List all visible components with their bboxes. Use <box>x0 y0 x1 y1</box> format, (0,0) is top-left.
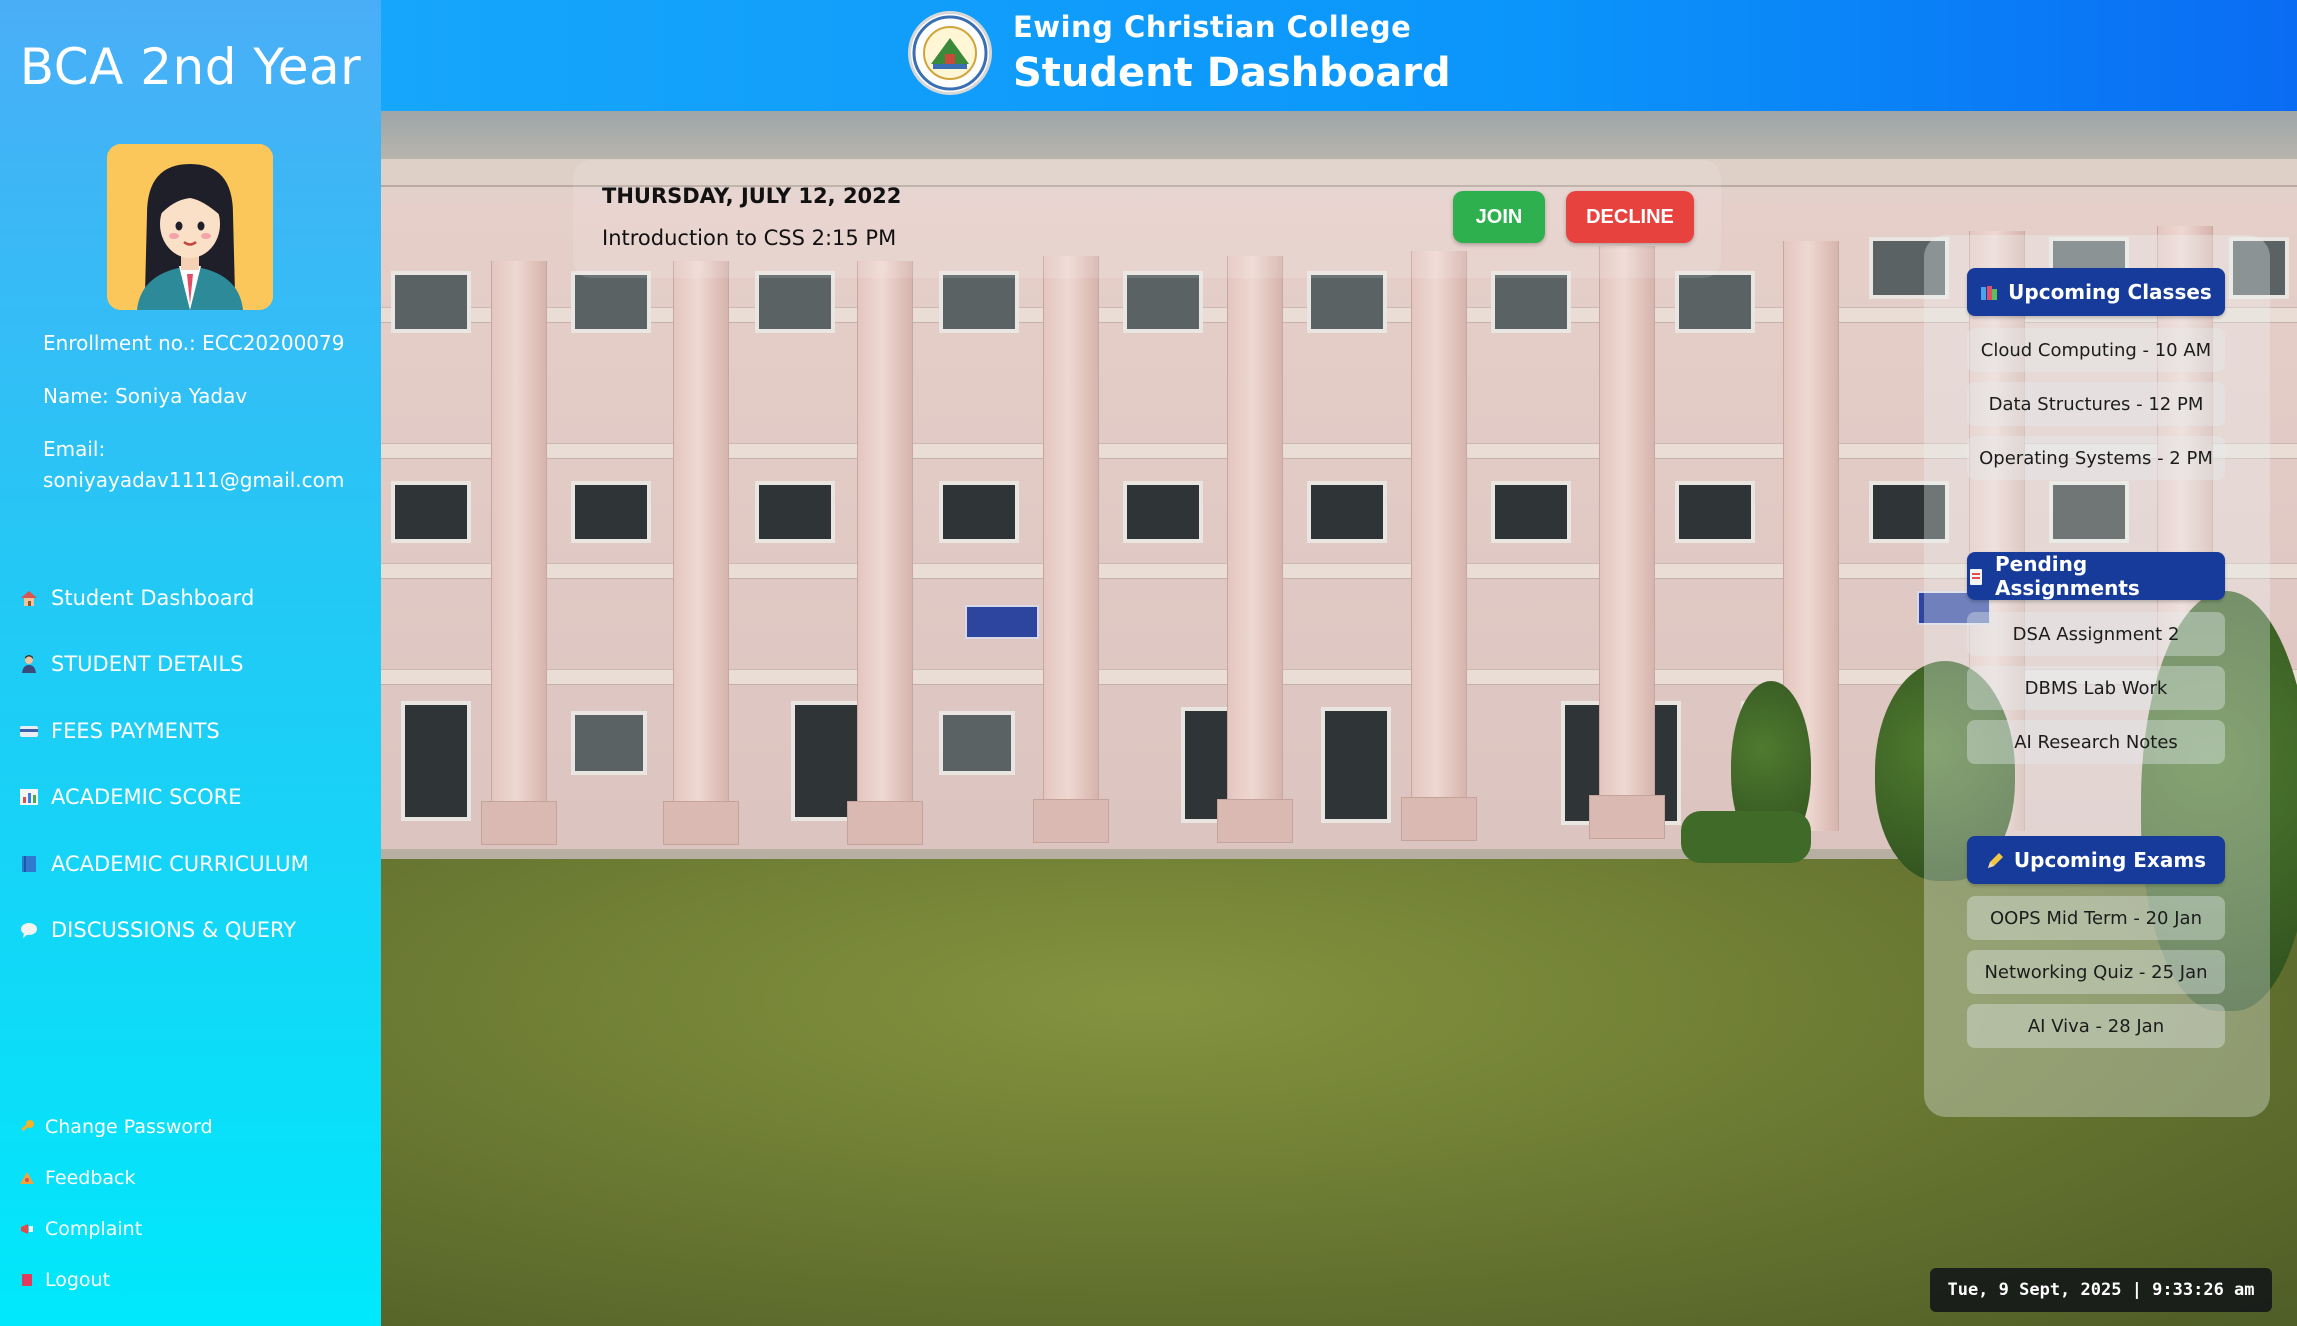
feedback-link[interactable]: Feedback <box>17 1162 135 1194</box>
footer-label: Feedback <box>45 1167 136 1189</box>
class-session: Introduction to CSS 2:15 PM <box>602 226 897 250</box>
exam-item[interactable]: OOPS Mid Term - 20 Jan <box>1967 896 2225 940</box>
upcoming-class-item[interactable]: Cloud Computing - 10 AM <box>1967 328 2225 372</box>
join-button[interactable]: JOIN <box>1453 191 1545 243</box>
change-password-link[interactable]: Change Password <box>17 1111 213 1143</box>
nav-fees-payments[interactable]: FEES PAYMENTS <box>17 711 220 751</box>
pencil-icon <box>1986 851 2004 869</box>
college-logo <box>908 11 992 95</box>
exam-item[interactable]: AI Viva - 28 Jan <box>1967 1004 2225 1048</box>
college-name: Ewing Christian College <box>1013 10 1412 44</box>
nav-discussions-query[interactable]: DISCUSSIONS & QUERY <box>17 910 296 950</box>
student-icon <box>17 652 41 676</box>
class-date: THURSDAY, JULY 12, 2022 <box>602 184 902 208</box>
book-icon <box>17 852 41 876</box>
avatar <box>107 144 273 310</box>
document-icon <box>1967 567 1985 585</box>
footer-label: Complaint <box>45 1218 143 1240</box>
assignment-item[interactable]: AI Research Notes <box>1967 720 2225 764</box>
nav-label: STUDENT DETAILS <box>51 652 244 676</box>
footer-label: Change Password <box>45 1116 213 1138</box>
top-header: Ewing Christian College Student Dashboar… <box>381 0 2297 111</box>
feedback-icon <box>17 1170 37 1186</box>
class-card-backdrop <box>573 160 1721 278</box>
upcoming-exams-header[interactable]: Upcoming Exams <box>1967 836 2225 884</box>
nav-academic-score[interactable]: ACADEMIC SCORE <box>17 777 242 817</box>
nav-student-dashboard[interactable]: Student Dashboard <box>17 578 254 618</box>
upcoming-class-item[interactable]: Operating Systems - 2 PM <box>1967 436 2225 480</box>
footer-label: Logout <box>45 1269 111 1291</box>
page-title: Student Dashboard <box>1013 50 1451 96</box>
nav-label: Student Dashboard <box>51 586 255 610</box>
nav-student-details[interactable]: STUDENT DETAILS <box>17 644 243 684</box>
nav-label: DISCUSSIONS & QUERY <box>51 918 297 942</box>
complaint-link[interactable]: Complaint <box>17 1213 142 1245</box>
exam-item[interactable]: Networking Quiz - 25 Jan <box>1967 950 2225 994</box>
logout-link[interactable]: Logout <box>17 1264 110 1296</box>
upcoming-class-item[interactable]: Data Structures - 12 PM <box>1967 382 2225 426</box>
email-label: Email: <box>43 437 106 461</box>
enrollment-number: Enrollment no.: ECC20200079 <box>43 331 345 355</box>
nav-label: FEES PAYMENTS <box>51 719 220 743</box>
megaphone-icon <box>17 1221 37 1237</box>
card-icon <box>17 719 41 743</box>
assignment-item[interactable]: DBMS Lab Work <box>1967 666 2225 710</box>
assignment-item[interactable]: DSA Assignment 2 <box>1967 612 2225 656</box>
pending-assignments-header[interactable]: Pending Assignments <box>1967 552 2225 600</box>
student-name: Name: Soniya Yadav <box>43 384 248 408</box>
decline-button[interactable]: DECLINE <box>1566 191 1694 243</box>
nav-label: ACADEMIC SCORE <box>51 785 242 809</box>
chat-icon <box>17 918 41 942</box>
sidebar-title: BCA 2nd Year <box>19 38 362 96</box>
email-value: soniyayadav1111@gmail.com <box>43 468 345 492</box>
books-icon <box>1980 283 1998 301</box>
nav-label: ACADEMIC CURRICULUM <box>51 852 309 876</box>
nav-academic-curriculum[interactable]: ACADEMIC CURRICULUM <box>17 844 309 884</box>
sidebar: BCA 2nd Year Enrollment no.: ECC20200079… <box>0 0 381 1326</box>
student-email: Email: soniyayadav1111@gmail.com <box>43 434 373 496</box>
key-icon <box>17 1119 37 1135</box>
home-icon <box>17 586 41 610</box>
upcoming-classes-header[interactable]: Upcoming Classes <box>1967 268 2225 316</box>
datetime-clock: Tue, 9 Sept, 2025 | 9:33:26 am <box>1930 1268 2272 1312</box>
logout-icon <box>17 1272 37 1288</box>
chart-icon <box>17 785 41 809</box>
